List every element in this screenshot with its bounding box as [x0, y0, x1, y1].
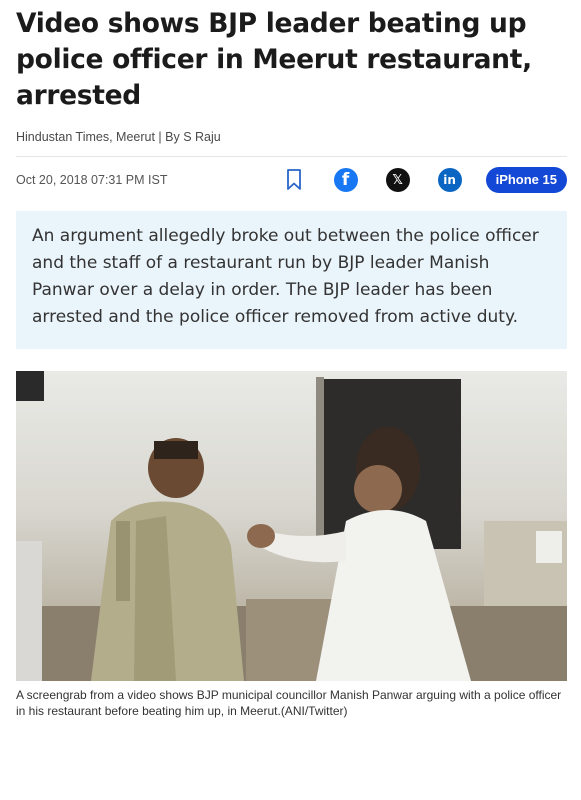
divider — [16, 156, 567, 157]
photo-illustration — [16, 371, 567, 681]
summary-box: An argument allegedly broke out between … — [16, 211, 567, 349]
article-photo — [16, 371, 567, 681]
share-bar: f 𝕏 in iPhone 15 — [282, 167, 567, 193]
promo-button[interactable]: iPhone 15 — [485, 167, 567, 193]
facebook-icon: f — [333, 168, 358, 192]
bookmark-icon[interactable] — [282, 168, 306, 192]
x-share[interactable]: 𝕏 — [385, 168, 410, 192]
linkedin-icon: in — [437, 168, 462, 192]
article: Video shows BJP leader beating up police… — [16, 0, 567, 719]
headline: Video shows BJP leader beating up police… — [16, 8, 532, 111]
x-icon: 𝕏 — [385, 168, 410, 192]
linkedin-share[interactable]: in — [437, 168, 462, 192]
publish-date: Oct 20, 2018 07:31 PM IST — [16, 173, 168, 187]
byline[interactable]: Hindustan Times, Meerut | By S Raju — [16, 130, 567, 144]
photo-caption: A screengrab from a video shows BJP muni… — [16, 688, 562, 718]
facebook-share[interactable]: f — [333, 168, 358, 192]
meta-row: Oct 20, 2018 07:31 PM IST f 𝕏 in iPhone … — [16, 161, 567, 199]
